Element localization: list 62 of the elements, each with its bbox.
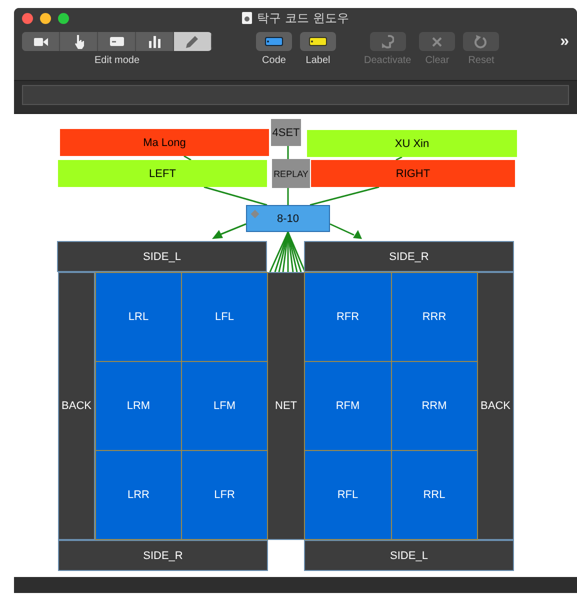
side-zone[interactable]: SIDE_L — [57, 241, 267, 272]
hook-arrow-icon — [382, 34, 394, 48]
reset-label: Reset — [468, 55, 494, 66]
net-zone[interactable]: NET — [267, 272, 305, 540]
code-button[interactable] — [256, 32, 292, 51]
court-zone[interactable]: RRM — [392, 362, 477, 450]
document-icon — [242, 12, 252, 24]
video-camera-icon — [34, 36, 48, 46]
court-zone[interactable]: LRR — [96, 451, 181, 539]
back-zone[interactable]: BACK — [58, 272, 95, 540]
close-window-button[interactable] — [22, 12, 33, 24]
connector-line — [204, 186, 268, 206]
code-label: Code — [262, 55, 286, 66]
clear-label: Clear — [425, 55, 450, 66]
close-icon — [432, 36, 442, 46]
bar-chart-icon — [148, 36, 160, 48]
tag-icon — [265, 37, 283, 46]
player-node[interactable]: Ma Long — [60, 129, 269, 156]
minimize-window-button[interactable] — [40, 12, 51, 24]
court-zone[interactable]: LRM — [96, 362, 181, 450]
player-node[interactable]: XU Xin — [307, 130, 517, 157]
zoom-window-button[interactable] — [58, 12, 69, 24]
overflow-button[interactable]: » — [560, 32, 569, 51]
side-zone[interactable]: SIDE_L — [304, 540, 514, 571]
side-node[interactable]: LEFT — [58, 160, 267, 187]
card-icon — [110, 37, 124, 46]
edit-mode-control[interactable] — [22, 32, 212, 51]
pencil-icon — [186, 35, 199, 48]
connector-line — [310, 186, 380, 206]
connector-line — [287, 146, 289, 159]
court-zone[interactable]: LFM — [182, 362, 267, 450]
court-zone[interactable]: RRR — [392, 273, 477, 361]
side-node[interactable]: RIGHT — [311, 160, 515, 187]
side-zone[interactable]: SIDE_R — [304, 241, 514, 272]
court-zone[interactable]: RFR — [305, 273, 390, 361]
side-zone[interactable]: SIDE_R — [58, 540, 268, 571]
court-zone[interactable]: RRL — [392, 451, 477, 539]
camera-mode-button[interactable] — [22, 32, 60, 51]
connector-line — [184, 155, 192, 161]
tag-icon — [309, 37, 327, 46]
court-zone[interactable]: LFL — [182, 273, 267, 361]
replay-node[interactable]: REPLAY — [272, 159, 310, 188]
score-label: 8-10 — [276, 212, 300, 224]
label-button[interactable] — [300, 32, 336, 51]
label-label: Label — [306, 55, 330, 66]
edit-mode-label: Edit mode — [94, 55, 140, 66]
connector-line — [287, 188, 289, 205]
code-input-field[interactable] — [22, 85, 569, 105]
deactivate-label: Deactivate — [364, 55, 412, 66]
connector-arrow — [212, 223, 246, 239]
hand-pointer-icon — [74, 34, 84, 48]
court-zone[interactable]: LFR — [182, 451, 267, 539]
back-zone[interactable]: BACK — [477, 272, 514, 540]
set-node[interactable]: 4SET — [271, 119, 301, 146]
court-zone[interactable]: RFL — [305, 451, 390, 539]
court-zone[interactable]: LRL — [96, 273, 181, 361]
pencil-mode-button[interactable] — [174, 32, 212, 51]
connector-arrow — [330, 223, 362, 239]
window-title: 탁구 코드 윈도우 — [257, 10, 349, 26]
court-zone[interactable]: RFM — [305, 362, 390, 450]
reset-icon — [474, 34, 488, 48]
score-node[interactable]: 8-10 — [246, 205, 330, 232]
